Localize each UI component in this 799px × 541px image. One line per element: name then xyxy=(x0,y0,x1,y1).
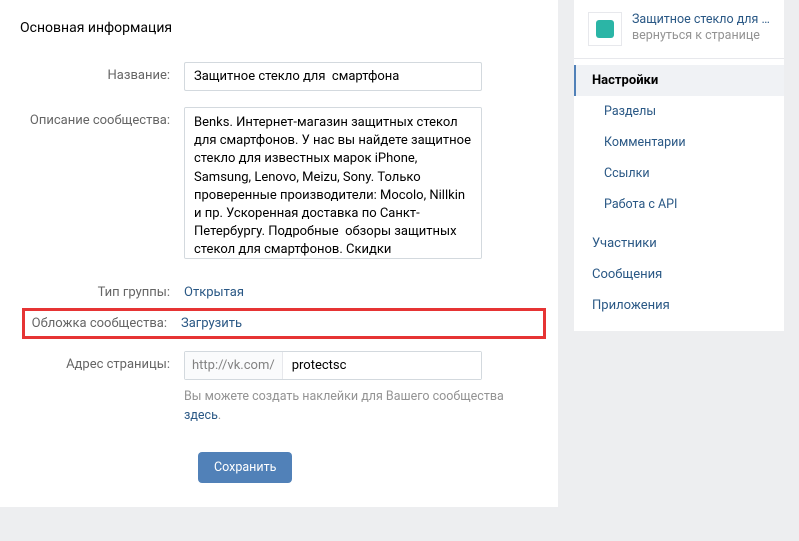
row-group-type: Тип группы: Открытая xyxy=(0,271,558,308)
description-label: Описание сообщества: xyxy=(20,107,184,128)
menu-item-api[interactable]: Работа с API xyxy=(574,189,784,220)
group-type-value[interactable]: Открытая xyxy=(184,279,538,300)
address-label: Адрес страницы: xyxy=(20,351,184,372)
menu-item-members[interactable]: Участники xyxy=(574,228,784,259)
community-avatar xyxy=(588,12,622,46)
address-input-wrap: http://vk.com/ xyxy=(184,351,482,380)
row-address: Адрес страницы: http://vk.com/ Вы можете… xyxy=(0,339,558,434)
cover-highlight: Обложка сообщества: Загрузить xyxy=(22,308,546,339)
menu-item-links[interactable]: Ссылки xyxy=(574,158,784,189)
row-name: Название: xyxy=(0,54,558,99)
save-button[interactable]: Сохранить xyxy=(198,452,292,483)
sticker-link[interactable]: здесь xyxy=(184,408,218,423)
sidebar-menu: Настройки Разделы Комментарии Ссылки Раб… xyxy=(574,59,784,331)
row-description: Описание сообщества: Benks. Интернет-маг… xyxy=(0,99,558,271)
community-title-link[interactable]: Защитное стекло для см… xyxy=(632,12,770,27)
cover-upload-link[interactable]: Загрузить xyxy=(181,316,242,331)
group-type-label: Тип группы: xyxy=(20,279,184,300)
address-input[interactable] xyxy=(283,352,481,379)
page-title: Основная информация xyxy=(0,20,558,54)
menu-item-messages[interactable]: Сообщения xyxy=(574,259,784,290)
address-prefix: http://vk.com/ xyxy=(185,352,283,379)
menu-item-sections[interactable]: Разделы xyxy=(574,96,784,127)
sidebar-header[interactable]: Защитное стекло для см… вернуться к стра… xyxy=(574,0,784,59)
menu-item-apps[interactable]: Приложения xyxy=(574,290,784,321)
menu-item-settings[interactable]: Настройки xyxy=(574,65,784,96)
avatar-icon xyxy=(596,20,614,38)
menu-item-comments[interactable]: Комментарии xyxy=(574,127,784,158)
main-panel: Основная информация Название: Описание с… xyxy=(0,0,558,507)
sidebar: Защитное стекло для см… вернуться к стра… xyxy=(574,0,784,507)
name-label: Название: xyxy=(20,62,184,83)
sticker-note: Вы можете создать наклейки для Вашего со… xyxy=(184,388,538,426)
cover-label: Обложка сообщества: xyxy=(25,316,181,331)
description-textarea[interactable]: Benks. Интернет-магазин защитных стекол … xyxy=(184,107,482,259)
name-input[interactable] xyxy=(184,62,482,91)
back-to-page[interactable]: вернуться к странице xyxy=(632,28,770,43)
